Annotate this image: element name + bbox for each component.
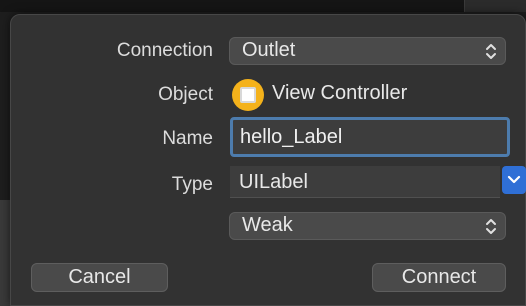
chevron-down-icon [507, 175, 521, 184]
connect-button[interactable]: Connect [372, 263, 506, 292]
up-down-chevron-icon [486, 44, 496, 59]
name-field-wrapper [230, 117, 510, 157]
storage-popup[interactable]: Weak [229, 212, 506, 240]
type-dropdown-button[interactable] [502, 166, 526, 194]
type-combo-field[interactable]: UILabel [230, 166, 500, 198]
view-controller-icon [232, 79, 264, 111]
connection-value: Outlet [242, 39, 296, 61]
name-input[interactable] [233, 120, 507, 154]
connection-label: Connection [116, 40, 213, 61]
stage: Connection Outlet Object View Controller… [0, 0, 526, 306]
type-label: Type [171, 174, 213, 195]
object-label: Object [158, 84, 213, 105]
object-value: View Controller [272, 82, 408, 104]
up-down-chevron-icon [486, 219, 496, 234]
name-label: Name [162, 128, 213, 149]
background-bar [0, 0, 526, 12]
storage-value: Weak [242, 214, 293, 236]
cancel-button[interactable]: Cancel [31, 263, 168, 292]
connection-popup[interactable]: Outlet [229, 37, 506, 65]
background-panel-edge [464, 0, 526, 12]
